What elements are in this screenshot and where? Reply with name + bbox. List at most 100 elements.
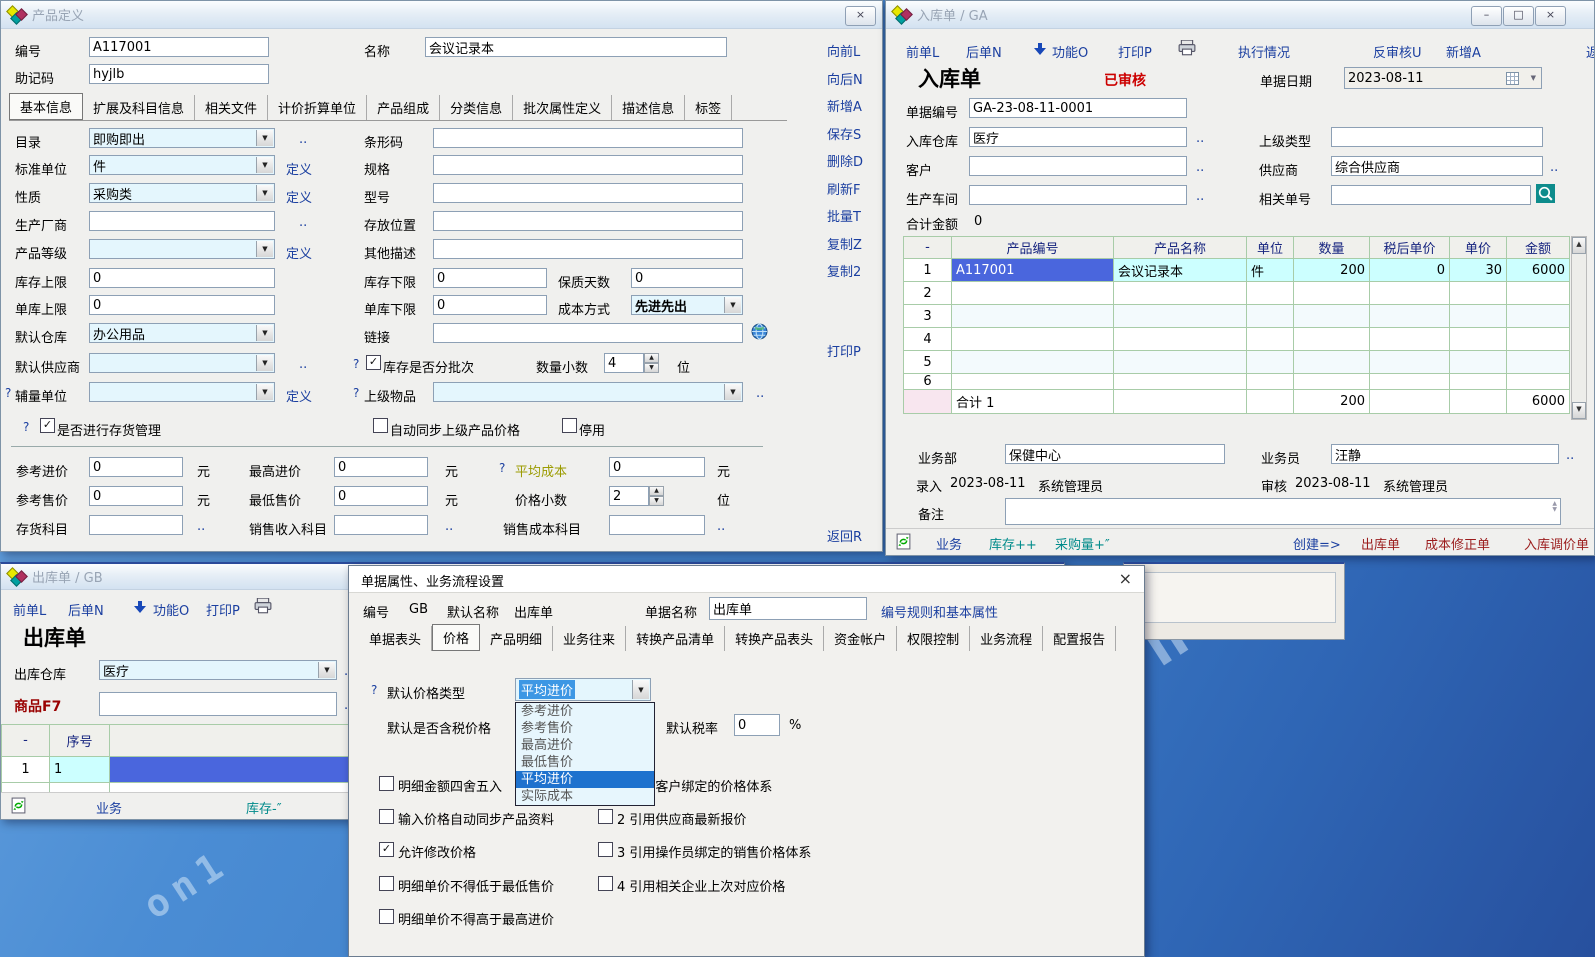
memo-scroll-icons[interactable]: ▲▼: [1552, 501, 1557, 513]
qty-decimals-stepper[interactable]: ▲▼: [644, 353, 659, 373]
close-button[interactable]: ×: [845, 6, 876, 26]
location-input[interactable]: [433, 211, 743, 231]
back-button[interactable]: 返回R: [827, 526, 862, 545]
printer-icon[interactable]: [254, 598, 272, 618]
manufacturer-more-link[interactable]: ..: [299, 215, 307, 230]
print-button[interactable]: 打印P: [827, 341, 861, 360]
doc-no-input[interactable]: GA-23-08-11-0001: [969, 98, 1187, 118]
title-bar[interactable]: 产品定义: [1, 1, 882, 29]
supplier-more-link[interactable]: ..: [1550, 160, 1558, 175]
chevron-down-icon[interactable]: ▼: [256, 130, 273, 146]
stock-upper-input[interactable]: 0: [89, 268, 275, 288]
tab-basic-info[interactable]: 基本信息: [9, 93, 83, 120]
func-down-arrow-icon[interactable]: [1034, 42, 1046, 56]
next-button[interactable]: 向后N: [827, 69, 863, 88]
printer-icon[interactable]: [1178, 40, 1196, 60]
purchase-link[interactable]: 采购量+″: [1055, 534, 1110, 553]
warehouse-combo[interactable]: 医疗▼: [99, 660, 337, 680]
tab-business-contacts[interactable]: 业务往来: [553, 626, 626, 651]
link-input[interactable]: [433, 323, 743, 343]
print-button[interactable]: 打印P: [1118, 42, 1152, 61]
tab-batch-attrs[interactable]: 批次属性定义: [513, 95, 612, 120]
tab-composition[interactable]: 产品组成: [367, 95, 440, 120]
qty-decimals-input[interactable]: 4: [604, 353, 644, 373]
allow-edit-price-checkbox[interactable]: ✓: [379, 842, 394, 857]
tab-unit-conversion[interactable]: 计价折算单位: [268, 95, 367, 120]
batch-button[interactable]: 批量T: [827, 206, 861, 225]
copy-button[interactable]: 复制Z: [827, 234, 862, 253]
unit-define-link[interactable]: 定义: [286, 159, 312, 178]
chevron-down-icon[interactable]: ▼: [724, 297, 741, 313]
workshop-input[interactable]: [969, 185, 1187, 205]
wh-upper-input[interactable]: 0: [89, 295, 275, 315]
tab-description[interactable]: 描述信息: [612, 95, 685, 120]
tab-workflow[interactable]: 业务流程: [970, 626, 1043, 651]
mnemonic-input[interactable]: hyjlb: [89, 64, 269, 84]
tab-convert-header[interactable]: 转换产品表头: [725, 626, 824, 651]
down-arrow-icon[interactable]: ▼: [649, 496, 664, 506]
chevron-down-icon[interactable]: ▼: [256, 241, 273, 257]
maximize-button[interactable]: □: [1503, 6, 1534, 26]
chevron-down-icon[interactable]: ▼: [256, 157, 273, 173]
tab-classification[interactable]: 分类信息: [440, 95, 513, 120]
minimize-button[interactable]: –: [1471, 6, 1502, 26]
dropdown-item[interactable]: 最高进价: [516, 737, 654, 754]
down-arrow-icon[interactable]: ▼: [644, 363, 659, 373]
dropdown-item[interactable]: 最低售价: [516, 754, 654, 771]
aux-define-link[interactable]: 定义: [286, 386, 312, 405]
supplier-more-link[interactable]: ..: [299, 357, 307, 372]
ref-sell-input[interactable]: 0: [89, 486, 183, 506]
inventory-mgmt-checkbox[interactable]: ✓: [40, 418, 55, 433]
ref-supplier-quote-checkbox[interactable]: [598, 809, 613, 824]
customer-input[interactable]: [969, 156, 1187, 176]
doc-name-input[interactable]: 出库单: [709, 597, 867, 620]
grade-define-link[interactable]: 定义: [286, 243, 312, 262]
close-icon[interactable]: ×: [1119, 571, 1132, 587]
doc-refresh-icon[interactable]: [896, 533, 911, 554]
max-buy-input[interactable]: 0: [334, 457, 428, 477]
warehouse-more-link[interactable]: ..: [1196, 131, 1204, 146]
workshop-more-link[interactable]: ..: [1196, 189, 1204, 204]
default-warehouse-combo[interactable]: 办公用品▼: [89, 323, 275, 343]
up-arrow-icon[interactable]: ▲: [649, 486, 664, 496]
spec-input[interactable]: [433, 155, 743, 175]
func-down-arrow-icon[interactable]: [134, 600, 146, 614]
stock-subject-input[interactable]: [89, 515, 183, 535]
customer-more-link[interactable]: ..: [1196, 160, 1204, 175]
cost-subject-input[interactable]: [609, 515, 705, 535]
exec-status-button[interactable]: 执行情况: [1238, 42, 1290, 61]
parent-help-icon[interactable]: ?: [353, 386, 359, 400]
aux-help-icon[interactable]: ?: [5, 386, 11, 400]
stock-link[interactable]: 库存++: [989, 534, 1037, 553]
tab-price[interactable]: 价格: [432, 624, 480, 651]
biz-link[interactable]: 业务: [96, 798, 122, 817]
tab-report-config[interactable]: 配置报告: [1043, 626, 1116, 651]
dropdown-item-selected[interactable]: 平均进价: [516, 771, 654, 788]
name-input[interactable]: 会议记录本: [425, 37, 727, 57]
min-sell-input[interactable]: 0: [334, 486, 428, 506]
dept-input[interactable]: 保健中心: [1005, 444, 1225, 464]
add-button[interactable]: 新增A: [1446, 42, 1481, 61]
avg-cost-input[interactable]: 0: [609, 457, 705, 477]
tab-extended-info[interactable]: 扩展及科目信息: [83, 95, 195, 120]
dropdown-item[interactable]: 实际成本: [516, 788, 654, 805]
aux-unit-combo[interactable]: ▼: [89, 382, 275, 402]
nature-define-link[interactable]: 定义: [286, 187, 312, 206]
unaudit-button[interactable]: 反审核U: [1373, 42, 1422, 61]
barcode-input[interactable]: [433, 128, 743, 148]
cost-method-combo[interactable]: 先进先出▼: [631, 295, 743, 315]
min-price-limit-checkbox[interactable]: [379, 876, 394, 891]
price-decimals-input[interactable]: 2: [609, 486, 649, 506]
stock-lower-input[interactable]: 0: [433, 268, 547, 288]
parent-type-input[interactable]: [1331, 127, 1543, 147]
table-scrollbar[interactable]: ▲ ▼: [1571, 236, 1587, 420]
calendar-icon[interactable]: [1506, 72, 1519, 85]
tab-product-detail[interactable]: 产品明细: [480, 626, 553, 651]
cost-fix-link[interactable]: 成本修正单: [1425, 534, 1490, 553]
avg-cost-help-icon[interactable]: ?: [499, 461, 505, 475]
functions-button[interactable]: 功能O: [153, 600, 189, 619]
max-price-limit-checkbox[interactable]: [379, 909, 394, 924]
batch-checkbox[interactable]: ✓: [366, 355, 381, 370]
shelf-days-input[interactable]: 0: [631, 268, 743, 288]
globe-icon[interactable]: [751, 323, 768, 344]
